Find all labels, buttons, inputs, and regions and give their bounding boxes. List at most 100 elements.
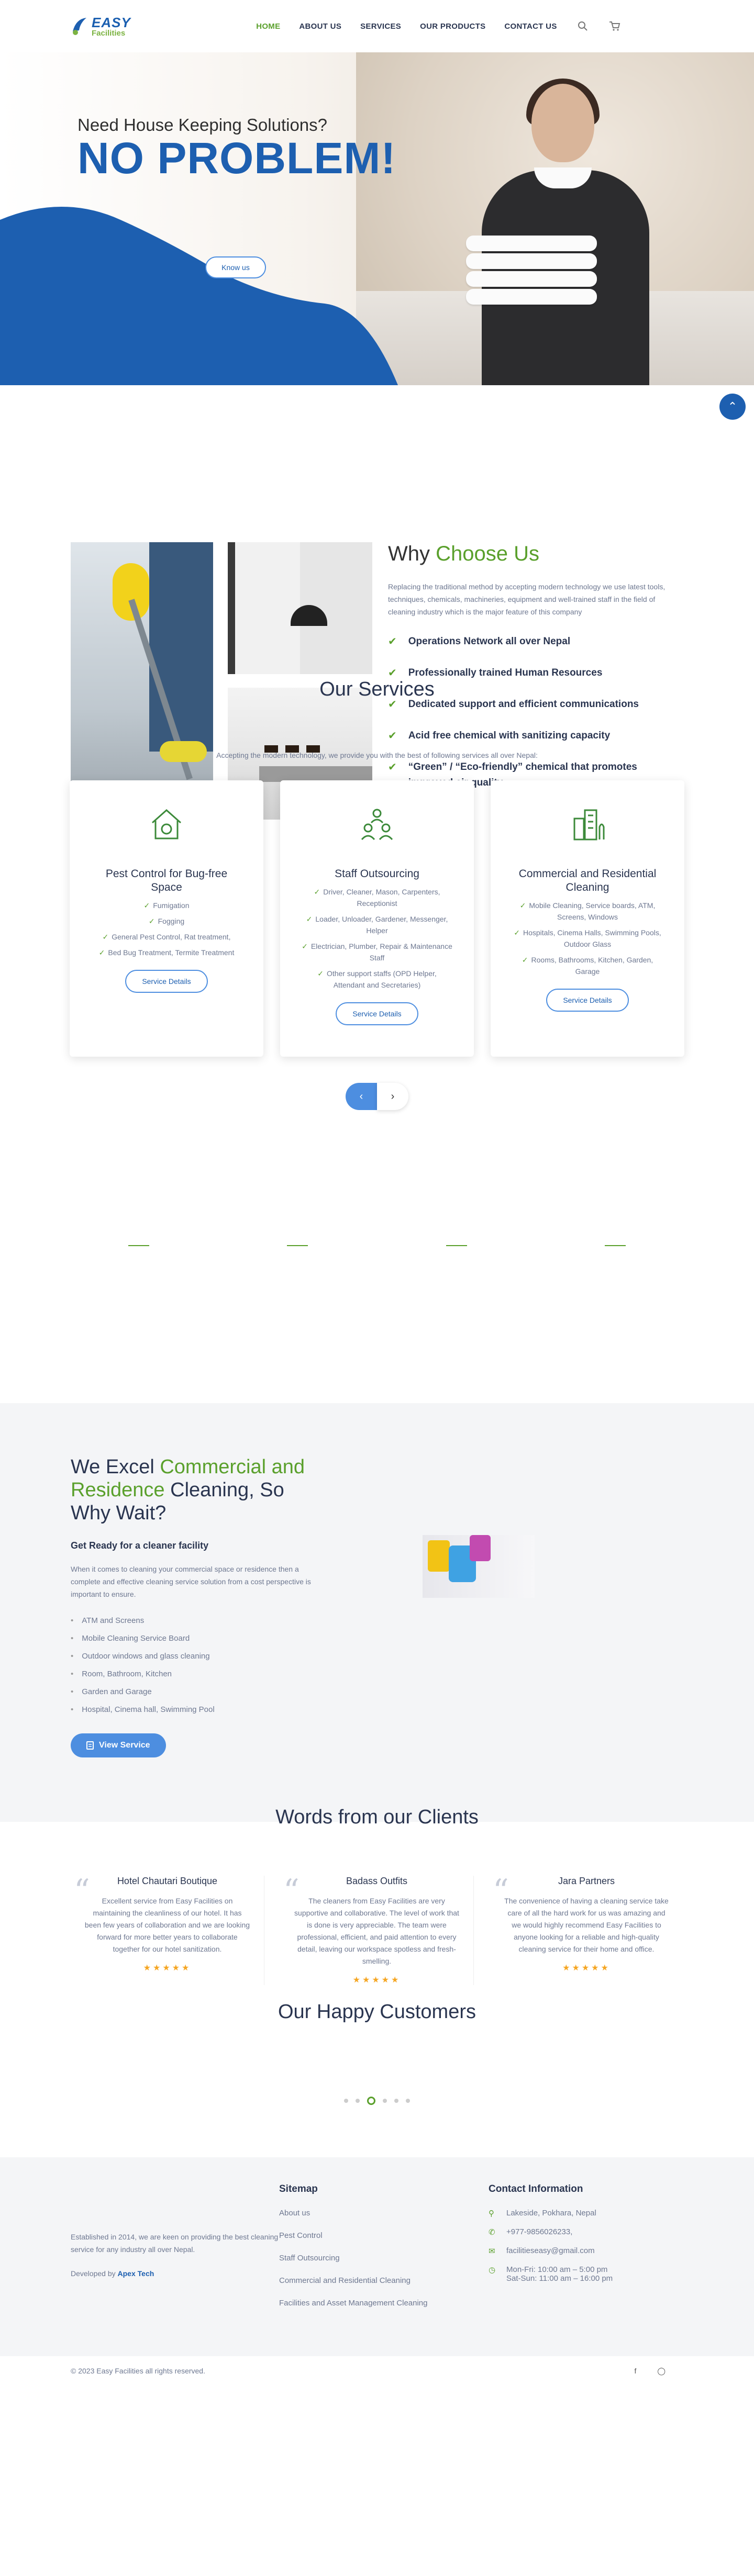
carousel-dot[interactable] (406, 2099, 410, 2103)
service-details-button[interactable]: Service Details (336, 1002, 418, 1025)
testimonials-section: Words from our Clients “ Hotel Chautari … (0, 1806, 754, 1985)
why-lead: Replacing the traditional method by acce… (388, 583, 666, 616)
developer-link[interactable]: Apex Tech (118, 2269, 154, 2278)
carousel-dot[interactable] (383, 2099, 387, 2103)
check-icon: ✓ (522, 956, 528, 964)
counter-dividers (128, 1245, 626, 1246)
cart-icon[interactable] (609, 21, 620, 31)
menu-our-products[interactable]: OUR PRODUCTS (420, 22, 485, 31)
contact-hours: ◷ Mon-Fri: 10:00 am – 5:00 pm Sat-Sun: 11… (489, 2265, 613, 2283)
hero-banner: Need House Keeping Solutions? NO PROBLEM… (0, 52, 754, 385)
happy-customers-title: Our Happy Customers (278, 2001, 476, 2023)
service-card-pest-control: Pest Control for Bug-free Space ✓ Fumigat… (70, 780, 263, 1057)
carousel-dot[interactable] (356, 2099, 360, 2103)
carousel-dot[interactable] (344, 2099, 348, 2103)
footer-about: Established in 2014, we are keen on prov… (71, 2233, 279, 2254)
quote-icon: “ (74, 1873, 90, 1909)
copyright-text: © 2023 Easy Facilities all rights reserv… (71, 2367, 205, 2375)
prev-arrow-button[interactable]: ‹ (346, 1083, 377, 1110)
location-icon: ⚲ (489, 2209, 494, 2218)
footer-developer: Developed by Apex Tech (71, 2269, 154, 2278)
service-details-button[interactable]: Service Details (125, 970, 208, 993)
why-item: ✔ Operations Network all over Nepal (388, 634, 681, 649)
document-icon (86, 1741, 94, 1750)
sitemap-link[interactable]: Staff Outsourcing (279, 2254, 489, 2263)
hero-title: NO PROBLEM! (77, 133, 396, 183)
service-card-commercial-cleaning: Commercial and Residential Cleaning ✓ Mob… (491, 780, 684, 1057)
contact-title: Contact Information (489, 2183, 583, 2194)
buildings-icon (573, 809, 605, 841)
carousel-dot-active[interactable] (367, 2097, 375, 2105)
quote-icon: “ (283, 1873, 300, 1909)
quote-icon: “ (493, 1873, 509, 1909)
list-item: Hospital, Cinema hall, Swimming Pool (71, 1704, 322, 1716)
services-title: Our Services (319, 678, 435, 700)
star-rating: ★★★★★ (143, 1964, 192, 1973)
living-room-image (228, 542, 372, 674)
testimonial-card: “ Hotel Chautari Boutique Excellent serv… (71, 1873, 264, 1985)
list-item: Garden and Garage (71, 1686, 322, 1698)
menu-about-us[interactable]: ABOUT US (299, 22, 341, 31)
check-icon: ✓ (148, 917, 155, 925)
service-card-staff-outsourcing: Staff Outsourcing ✓ Driver, Cleaner, Maso… (280, 780, 474, 1057)
why-title: Why Choose Us (388, 542, 539, 565)
logo-text-bottom: Facilities (92, 28, 126, 38)
main-menu: HOME ABOUT US SERVICES OUR PRODUCTS CONT… (256, 22, 557, 31)
sitemap-link[interactable]: Facilities and Asset Management Cleaning (279, 2299, 489, 2308)
excel-title: We Excel Commercial and Residence Cleani… (71, 1456, 305, 1524)
testimonials-title: Words from our Clients (275, 1806, 479, 1828)
check-icon: ✓ (102, 933, 109, 941)
service-details-button[interactable]: Service Details (546, 989, 629, 1012)
view-service-button[interactable]: View Service (71, 1733, 166, 1757)
contact-address: ⚲ Lakeside, Pokhara, Nepal (489, 2209, 596, 2218)
list-item: Room, Bathroom, Kitchen (71, 1668, 322, 1680)
contact-phone[interactable]: ✆ +977-9856026233, (489, 2227, 613, 2237)
logo-text-top: EASY (92, 14, 131, 30)
phone-icon: ✆ (489, 2228, 495, 2237)
contact-email[interactable]: ✉ facilitieseasy@gmail.com (489, 2246, 613, 2256)
logo-icon (73, 18, 86, 35)
sitemap-link[interactable]: Commercial and Residential Cleaning (279, 2276, 489, 2285)
happy-customers-section: Our Happy Customers (0, 2001, 754, 2105)
star-rating: ★★★★★ (352, 1976, 401, 1985)
facebook-icon[interactable]: f (634, 2367, 636, 2375)
next-arrow-button[interactable]: › (377, 1083, 408, 1110)
check-icon: ✓ (514, 928, 520, 937)
carousel-dot[interactable] (394, 2099, 398, 2103)
list-item: Mobile Cleaning Service Board (71, 1633, 322, 1644)
search-icon[interactable] (578, 21, 588, 31)
check-icon: ✓ (317, 969, 324, 978)
know-us-button[interactable]: Know us (205, 256, 266, 278)
menu-services[interactable]: SERVICES (360, 22, 401, 31)
carousel-dots (0, 2097, 754, 2105)
excel-section: We Excel Commercial and Residence Cleani… (0, 1403, 754, 1822)
check-icon: ✓ (314, 888, 320, 896)
menu-home[interactable]: HOME (256, 22, 280, 31)
chevron-up-icon: ⌃ (727, 400, 738, 413)
check-icon: ✓ (98, 948, 105, 957)
clock-icon: ◷ (489, 2266, 496, 2275)
sitemap-title: Sitemap (279, 2183, 318, 2194)
menu-contact-us[interactable]: CONTACT US (504, 22, 557, 31)
check-icon: ✓ (306, 915, 313, 923)
list-item: ATM and Screens (71, 1615, 322, 1627)
logo[interactable]: EASY Facilities (71, 16, 131, 37)
instagram-icon[interactable]: ◯ (657, 2367, 666, 2375)
star-rating: ★★★★★ (562, 1964, 611, 1973)
navbar: EASY Facilities HOME ABOUT US SERVICES O… (0, 0, 754, 52)
mail-icon: ✉ (489, 2247, 495, 2256)
sitemap-link[interactable]: Pest Control (279, 2231, 489, 2240)
services-section: Our Services Accepting the modern techno… (0, 678, 754, 1246)
services-lead: Accepting the modern technology, we prov… (216, 751, 538, 759)
scroll-top-button[interactable]: ⌃ (719, 394, 746, 420)
sitemap-link[interactable]: About us (279, 2209, 489, 2217)
hero-wave (0, 207, 398, 385)
excel-lead: When it comes to cleaning your commercia… (71, 1565, 311, 1598)
check-icon: ✓ (302, 942, 308, 950)
copyright-bar: © 2023 Easy Facilities all rights reserv… (71, 2356, 683, 2379)
testimonial-card: “ Badass Outfits The cleaners from Easy … (280, 1873, 474, 1985)
hero-subtitle: Need House Keeping Solutions? (77, 115, 328, 135)
services-pager: ‹ › (0, 1083, 754, 1110)
check-icon: ✓ (143, 901, 150, 910)
check-icon: ✓ (519, 901, 526, 910)
